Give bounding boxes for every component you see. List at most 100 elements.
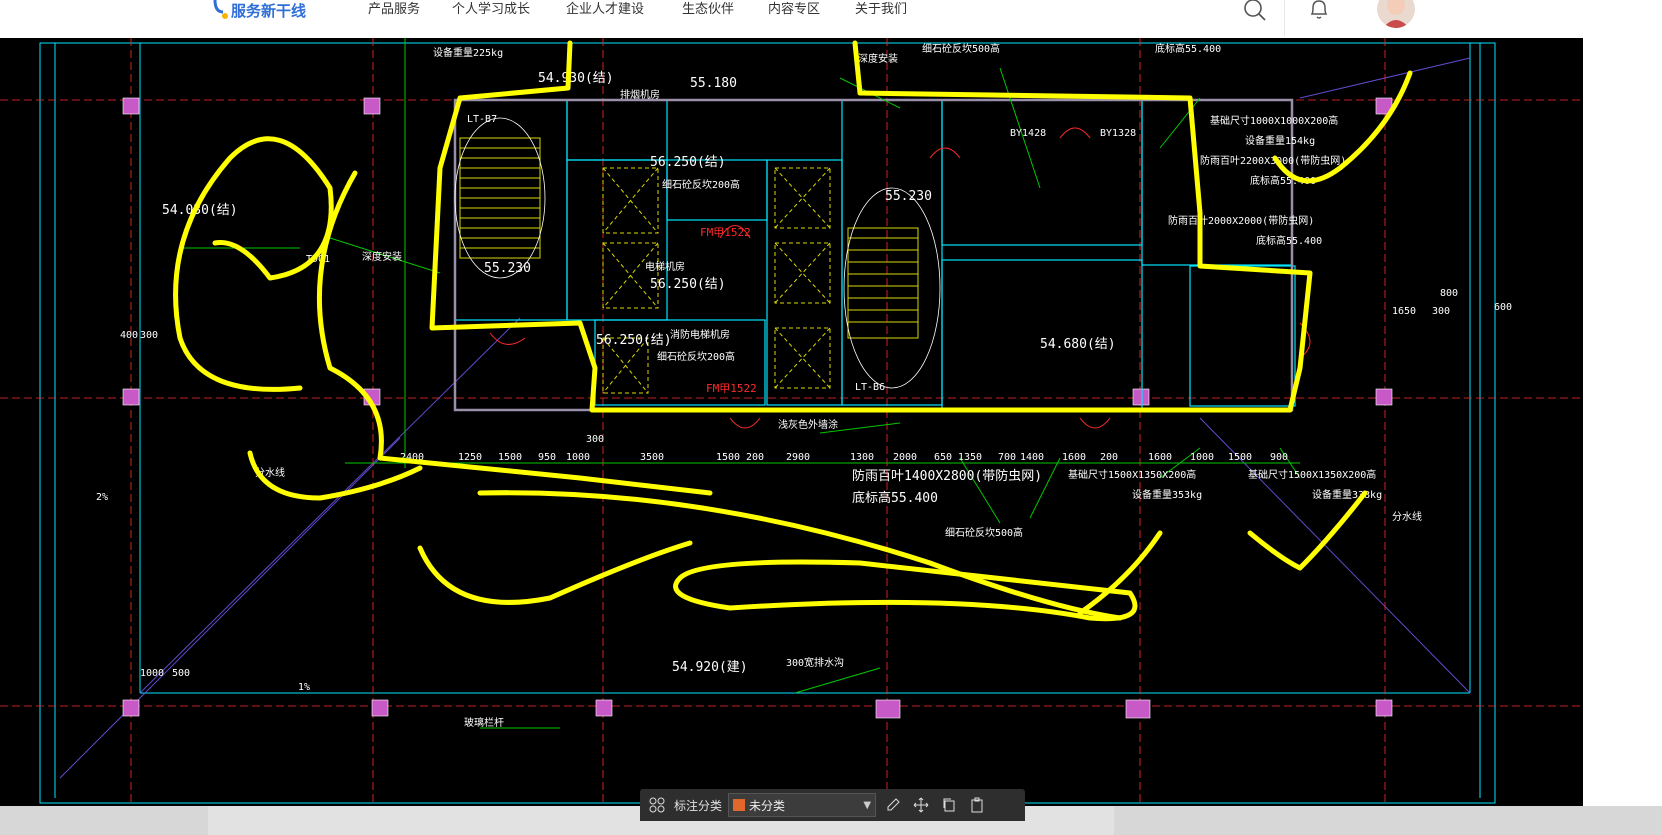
cad-dimension: 500: [172, 668, 190, 679]
category-grid-icon[interactable]: [646, 794, 668, 816]
edit-icon[interactable]: [882, 794, 904, 816]
annotation-category-label: 标注分类: [674, 798, 723, 813]
cad-text: 分水线: [1392, 510, 1422, 523]
cad-text: 基础尺寸1500X1350X200高: [1248, 468, 1376, 481]
cad-elevation: 54.930(结): [538, 71, 614, 86]
bell-icon[interactable]: [1307, 0, 1331, 22]
cad-text: 玻璃栏杆: [464, 716, 504, 729]
cad-dimension: 600: [1494, 302, 1512, 313]
cad-dimension: 400: [120, 330, 138, 341]
cad-text: 防雨百叶1400X2800(带防虫网): [852, 468, 1042, 484]
cad-dimension: 1600: [1062, 452, 1086, 463]
cad-drawing-canvas: 设备重量225kg 54.930(结) 55.180 排烟机房 LT-B7 56…: [0, 38, 1583, 806]
cad-dimension: 3500: [640, 452, 664, 463]
cad-dimension: 2900: [786, 452, 810, 463]
cad-dimension: 1000: [566, 452, 590, 463]
nav-item-content-zone[interactable]: 内容专区: [768, 0, 820, 17]
cad-text: 细石砼反坎500高: [922, 42, 1000, 55]
cad-text: 设备重量225kg: [433, 46, 503, 59]
copy-icon[interactable]: [938, 794, 960, 816]
cad-text: 防雨百叶2200X3000(带防虫网): [1200, 154, 1346, 167]
selected-category: 未分类: [749, 798, 786, 813]
cad-text: 底标高55.400: [1256, 234, 1322, 247]
cad-dimension: 1350: [958, 452, 982, 463]
cad-room-label: 排烟机房: [620, 88, 660, 101]
cad-slope: 1%: [298, 682, 310, 693]
cad-text: 底标高55.400: [1155, 42, 1221, 55]
cad-label: BY1328: [1100, 128, 1136, 139]
cad-slope: 2%: [96, 492, 108, 503]
cad-dimension: 1600: [1148, 452, 1172, 463]
site-logo[interactable]: 服务新干线: [213, 0, 306, 20]
cad-dimension: 650: [934, 452, 952, 463]
cad-dimension: 200: [1100, 452, 1118, 463]
cad-dimension: 200: [746, 452, 764, 463]
cad-elevation: 56.250(结): [650, 277, 726, 292]
cad-dimension: 1000: [140, 668, 164, 679]
cad-dimension: 1500: [716, 452, 740, 463]
cad-dimension: 1400: [1020, 452, 1044, 463]
cad-dimension: 800: [1440, 288, 1458, 299]
cad-text: 底标高55.400: [852, 490, 938, 506]
cad-dimension: 300: [586, 434, 604, 445]
cad-door-label: FM甲1522: [706, 382, 757, 395]
cad-text: 深度安装: [858, 52, 898, 65]
cad-dimension: 1000: [1190, 452, 1214, 463]
paste-icon[interactable]: [966, 794, 988, 816]
search-icon[interactable]: [1243, 0, 1267, 22]
cad-stair-label: LT-B6: [855, 382, 885, 393]
cad-dimension: 1500: [498, 452, 522, 463]
cad-elevation: 54.920(建): [672, 660, 748, 675]
nav-item-talent-building[interactable]: 企业人才建设: [566, 0, 644, 17]
cad-dimension: 900: [1270, 452, 1288, 463]
cad-elevation: 56.250(结): [596, 333, 672, 348]
cad-elevation: 56.250(结): [650, 155, 726, 170]
cad-text: 设备重量338kg: [1312, 488, 1382, 501]
cad-elevation: 54.680(结): [1040, 337, 1116, 352]
cad-text: 深度安装: [362, 250, 402, 263]
cad-stair-label: LT-B7: [467, 114, 497, 125]
cad-dimension: 700: [998, 452, 1016, 463]
cad-dimension: 1650: [1392, 306, 1416, 317]
logo-text: 服务新干线: [231, 1, 307, 20]
move-icon[interactable]: [910, 794, 932, 816]
nav-item-about-us[interactable]: 关于我们: [855, 0, 907, 17]
logo-mark-icon: [213, 0, 229, 20]
cad-dimension: 1500: [1228, 452, 1252, 463]
cad-text: 基础尺寸1000X1000X200高: [1210, 114, 1338, 127]
cad-dimension: 1250: [458, 452, 482, 463]
chevron-down-icon: ▼: [863, 799, 872, 811]
cad-text: 300宽排水沟: [786, 656, 844, 669]
top-navigation-bar: 服务新干线 产品服务 个人学习成长 企业人才建设 生态伙伴 内容专区 关于我们: [0, 0, 1662, 39]
cad-elevation: 55.180: [690, 76, 737, 91]
nav-item-personal-growth[interactable]: 个人学习成长: [452, 0, 530, 17]
annotation-toolbar: 标注分类 未分类 ▼: [640, 789, 1025, 821]
cad-text: 防雨百叶2000X2000(带防虫网): [1168, 214, 1314, 227]
cad-room-label: 电梯机房: [645, 260, 685, 273]
user-avatar[interactable]: [1377, 0, 1415, 28]
nav-divider: [1284, 0, 1285, 36]
cad-room-label: 消防电梯机房: [670, 328, 730, 341]
cad-text: 设备重量353kg: [1132, 488, 1202, 501]
cad-text: 细石砼反坎200高: [662, 178, 740, 191]
cad-dimension: 950: [538, 452, 556, 463]
annotation-category-select[interactable]: 未分类 ▼: [728, 793, 877, 817]
cad-dimension: 300: [140, 330, 158, 341]
cad-text: 细石砼反坎500高: [945, 526, 1023, 539]
cad-dimension: 1300: [850, 452, 874, 463]
cad-text: 基础尺寸1500X1350X200高: [1068, 468, 1196, 481]
cad-drawing-viewport[interactable]: 设备重量225kg 54.930(结) 55.180 排烟机房 LT-B7 56…: [0, 38, 1583, 806]
category-color-swatch: [733, 799, 746, 811]
cad-text: 设备重量154kg: [1245, 134, 1315, 147]
cad-label: BY1428: [1010, 128, 1046, 139]
cad-elevation: 55.230: [484, 261, 531, 276]
nav-item-products[interactable]: 产品服务: [368, 0, 420, 17]
nav-item-ecosystem[interactable]: 生态伙伴: [682, 0, 734, 17]
cad-dimension: 2000: [893, 452, 917, 463]
cad-dimension: 300: [1432, 306, 1450, 317]
cad-text: 细石砼反坎200高: [657, 350, 735, 363]
markup-strokes: [173, 40, 1413, 622]
cad-elevation: 55.230: [885, 189, 932, 204]
cad-door-label: FM甲1522: [700, 226, 751, 239]
cad-text: 浅灰色外墙涂: [778, 418, 838, 431]
